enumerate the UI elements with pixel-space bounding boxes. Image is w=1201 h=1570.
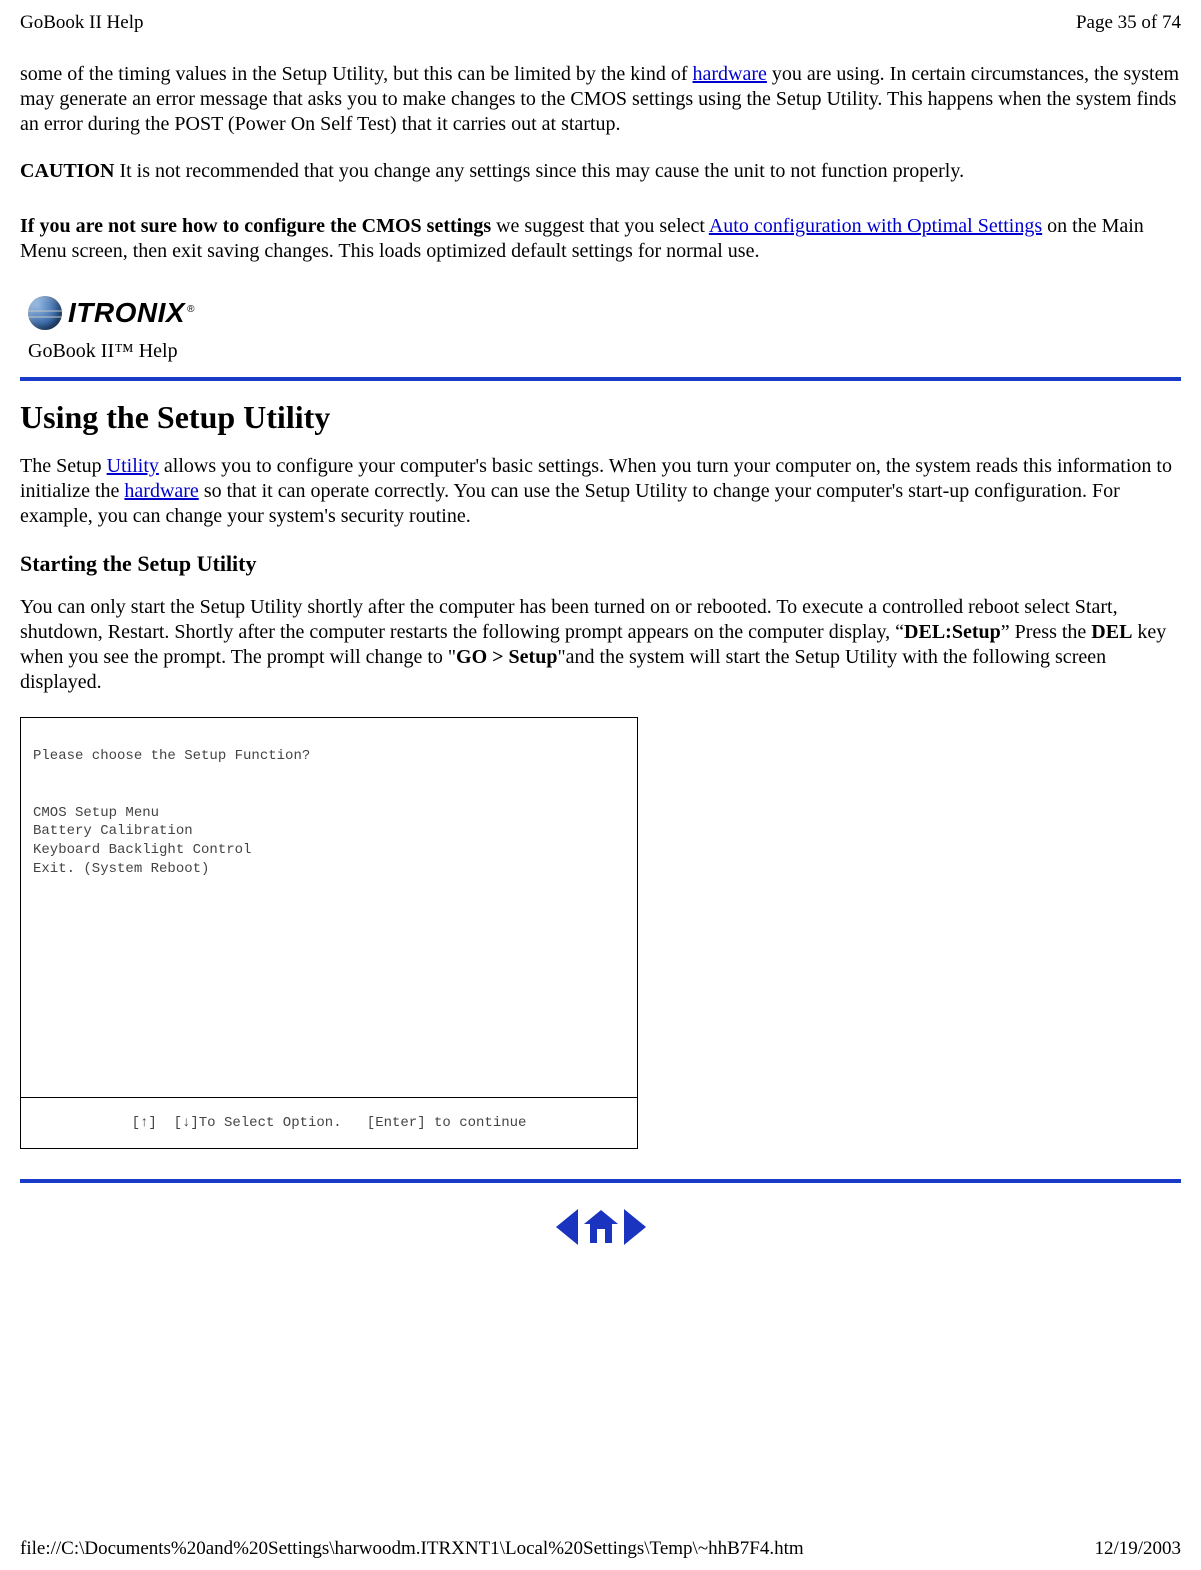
auto-config-link[interactable]: Auto configuration with Optimal Settings [709, 215, 1042, 237]
brand-header-table: ITRONIX® GoBook II™ Help [20, 286, 207, 367]
section-paragraph-2: You can only start the Setup Utility sho… [20, 595, 1181, 695]
del-setup-label: DEL:Setup [904, 621, 1001, 643]
setup-prompt: Please choose the Setup Function? [33, 748, 310, 764]
cmos-advice-bold: If you are not sure how to configure the… [20, 215, 491, 237]
setup-menu-item: Battery Calibration [33, 823, 193, 839]
text-fragment: we suggest that you select [491, 215, 709, 237]
next-arrow-icon[interactable] [624, 1209, 646, 1245]
go-setup-label: GO > Setup [456, 646, 557, 668]
setup-utility-screenshot: Please choose the Setup Function? CMOS S… [20, 717, 638, 1149]
text-fragment: some of the timing values in the Setup U… [20, 63, 693, 85]
globe-icon [28, 296, 62, 330]
caution-label: CAUTION [20, 160, 114, 182]
setup-screen-footer: [↑] [↓]To Select Option. [Enter] to cont… [21, 1098, 637, 1148]
caution-paragraph: CAUTION It is not recommended that you c… [20, 159, 1181, 184]
setup-screen-upper: Please choose the Setup Function? CMOS S… [21, 718, 637, 1098]
cmos-advice-paragraph: If you are not sure how to configure the… [20, 214, 1181, 264]
page-indicator: Page 35 of 74 [1076, 12, 1181, 34]
hardware-link-2[interactable]: hardware [124, 480, 198, 502]
setup-menu-item: Exit. (System Reboot) [33, 861, 209, 877]
hardware-link[interactable]: hardware [693, 63, 767, 85]
setup-menu-item: CMOS Setup Menu [33, 805, 159, 821]
footer-path: file://C:\Documents%20and%20Settings\har… [20, 1538, 804, 1560]
subsection-heading: Starting the Setup Utility [20, 551, 1181, 577]
nav-arrows [20, 1209, 1181, 1245]
text-fragment: ” Press the [1001, 621, 1092, 643]
setup-menu-item: Keyboard Backlight Control [33, 842, 251, 858]
trademark-icon: ® [187, 304, 195, 315]
divider [20, 377, 1181, 381]
section-heading: Using the Setup Utility [20, 399, 1181, 436]
utility-link[interactable]: Utility [107, 455, 159, 477]
text-fragment: The Setup [20, 455, 107, 477]
section-paragraph-1: The Setup Utility allows you to configur… [20, 454, 1181, 529]
caution-text: It is not recommended that you change an… [114, 160, 964, 182]
itronix-logo: ITRONIX® [28, 290, 195, 332]
header-title: GoBook II Help [20, 12, 143, 34]
prev-arrow-icon[interactable] [556, 1209, 578, 1245]
footer-date: 12/19/2003 [1094, 1538, 1181, 1560]
del-key-label: DEL [1091, 621, 1132, 643]
brand-name: ITRONIX® [68, 297, 195, 329]
brand-text: ITRONIX [68, 297, 185, 328]
divider-bottom [20, 1179, 1181, 1183]
intro-paragraph-1: some of the timing values in the Setup U… [20, 62, 1181, 137]
brand-caption: GoBook II™ Help [20, 336, 207, 367]
home-icon[interactable] [584, 1210, 618, 1244]
